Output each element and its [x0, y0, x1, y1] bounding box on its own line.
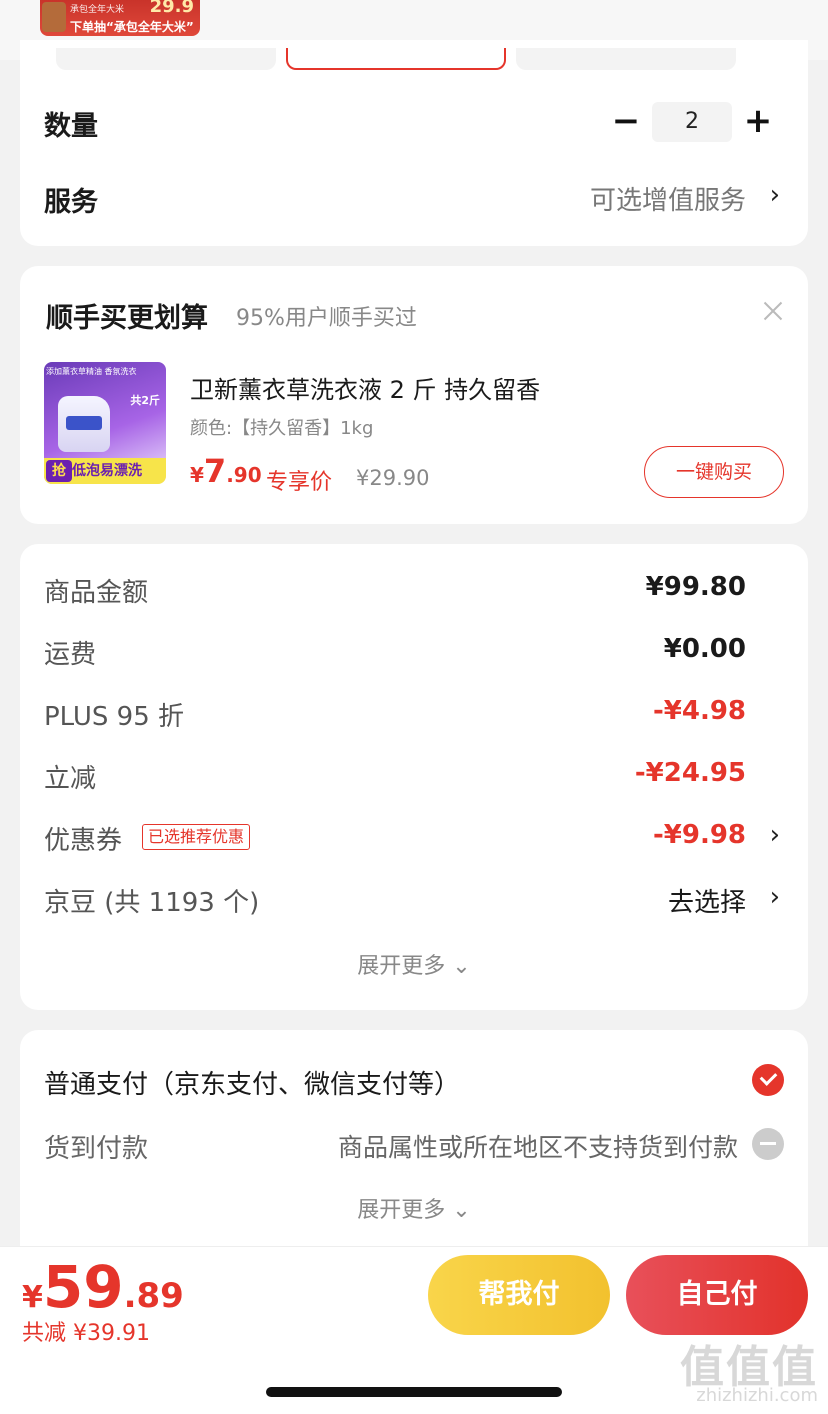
product-image-top-text: 添加薰衣草精油 香氛洗衣: [46, 367, 137, 376]
promo-thumbnail: [42, 2, 66, 32]
spec-option[interactable]: [516, 48, 736, 70]
subtotal-row: 商品金额 ¥99.80: [20, 572, 808, 612]
detergent-bottle-icon: [58, 396, 110, 452]
jingdou-label: 京豆 (共 1193 个): [44, 888, 260, 918]
chevron-right-icon[interactable]: ›: [770, 882, 780, 912]
original-price: ¥29.90: [356, 466, 430, 490]
cod-unavailable-note: 商品属性或所在地区不支持货到付款: [337, 1133, 738, 1162]
check-circle-icon[interactable]: [752, 1064, 784, 1096]
plus-discount-value: -¥4.98: [652, 696, 746, 726]
shipping-row: 运费 ¥0.00: [20, 634, 808, 674]
payment-expand-more-button[interactable]: 展开更多 ⌄: [20, 1192, 808, 1224]
spec-option[interactable]: [56, 48, 276, 70]
product-image[interactable]: 添加薰衣草精油 香氛洗衣 共2斤 低泡易漂洗 抢: [44, 362, 166, 484]
instant-discount-value: -¥24.95: [634, 758, 746, 788]
promo-banner[interactable]: 承包全年大米 29.9 下单抽“承包全年大米”: [40, 0, 200, 36]
promo-price: 29.9: [149, 0, 194, 17]
order-confirm-page: 承包全年大米 29.9 下单抽“承包全年大米” 数量 − 2 + 服务 可选增值…: [0, 0, 828, 1414]
expand-more-button[interactable]: 展开更多 ⌄: [20, 948, 808, 980]
plus-discount-row: PLUS 95 折 -¥4.98: [20, 696, 808, 736]
bundle-subtitle: 95%用户顺手买过: [236, 306, 417, 331]
quantity-input[interactable]: 2: [652, 102, 732, 142]
shipping-value: ¥0.00: [663, 634, 746, 664]
watermark: 值值值 zhizhizhi.com: [676, 1331, 826, 1414]
spec-option-selected[interactable]: [286, 48, 506, 70]
product-image-tag: 共2斤: [130, 394, 160, 407]
product-spec: 颜色:【持久留香】1kg: [190, 418, 374, 439]
bundle-title: 顺手买更划算: [46, 303, 208, 334]
watermark-url: zhizhizhi.com: [696, 1385, 818, 1406]
instant-discount-row: 立减 -¥24.95: [20, 758, 808, 798]
quantity-service-card: 数量 − 2 + 服务 可选增值服务 ›: [20, 40, 808, 246]
total-saved: 共减 ¥39.91: [22, 1321, 150, 1346]
exclusive-price-tag: 专享价: [266, 470, 333, 495]
service-label: 服务: [44, 187, 98, 218]
quantity-label: 数量: [44, 111, 98, 142]
quantity-minus-button[interactable]: −: [606, 102, 646, 142]
coupon-label: 优惠券: [44, 826, 123, 856]
service-value[interactable]: 可选增值服务: [590, 180, 746, 217]
plus-discount-label: PLUS 95 折: [44, 702, 185, 732]
jingdou-select[interactable]: 去选择: [668, 882, 746, 919]
price-breakdown-card: 商品金额 ¥99.80 运费 ¥0.00 PLUS 95 折 -¥4.98 立减…: [20, 544, 808, 1010]
coupon-value: -¥9.98: [652, 820, 746, 850]
product-image-badge: 抢: [46, 460, 72, 482]
jingdou-row[interactable]: 京豆 (共 1193 个) 去选择 ›: [20, 882, 808, 922]
normal-payment-option[interactable]: 普通支付（京东支付、微信支付等）: [44, 1064, 460, 1101]
checkout-bar: ¥59.89 共减 ¥39.91 帮我付 自己付 值值值 zhizhizhi.c…: [0, 1246, 828, 1414]
total-price: ¥59.89: [22, 1253, 184, 1321]
close-icon[interactable]: [762, 300, 784, 322]
coupon-row[interactable]: 优惠券 已选推荐优惠 -¥9.98 ›: [20, 820, 808, 860]
total-decimal: .89: [123, 1276, 184, 1316]
spec-options: [56, 48, 772, 70]
cod-payment-option: 货到付款: [44, 1134, 149, 1164]
payment-method-card: 普通支付（京东支付、微信支付等） 货到付款 商品属性或所在地区不支持货到付款 展…: [20, 1030, 808, 1270]
chevron-right-icon[interactable]: ›: [770, 180, 780, 210]
coupon-recommended-badge: 已选推荐优惠: [142, 824, 251, 850]
home-indicator[interactable]: [266, 1387, 562, 1397]
subtotal-label: 商品金额: [44, 578, 149, 608]
shipping-label: 运费: [44, 640, 97, 670]
disabled-circle-icon: [752, 1128, 784, 1160]
instant-discount-label: 立减: [44, 764, 97, 794]
chevron-right-icon[interactable]: ›: [770, 820, 780, 850]
promo-main-text: 下单抽“承包全年大米”: [70, 20, 194, 34]
price-decimal: .90: [226, 463, 262, 487]
price-integer: 7: [203, 452, 227, 490]
price-currency: ¥: [190, 463, 204, 487]
quantity-plus-button[interactable]: +: [738, 102, 778, 142]
help-me-pay-button[interactable]: 帮我付: [428, 1255, 610, 1335]
total-integer: 59: [42, 1253, 124, 1321]
product-price: ¥7.90: [190, 452, 262, 490]
bundle-offer-card: 顺手买更划算 95%用户顺手买过 添加薰衣草精油 香氛洗衣 共2斤 低泡易漂洗 …: [20, 266, 808, 524]
one-click-buy-button[interactable]: 一键购买: [644, 446, 784, 498]
promo-small-text: 承包全年大米: [70, 5, 125, 15]
total-currency: ¥: [22, 1280, 43, 1315]
pay-myself-button[interactable]: 自己付: [626, 1255, 808, 1335]
product-name[interactable]: 卫新薰衣草洗衣液 2 斤 持久留香: [190, 370, 540, 405]
subtotal-value: ¥99.80: [645, 572, 746, 602]
